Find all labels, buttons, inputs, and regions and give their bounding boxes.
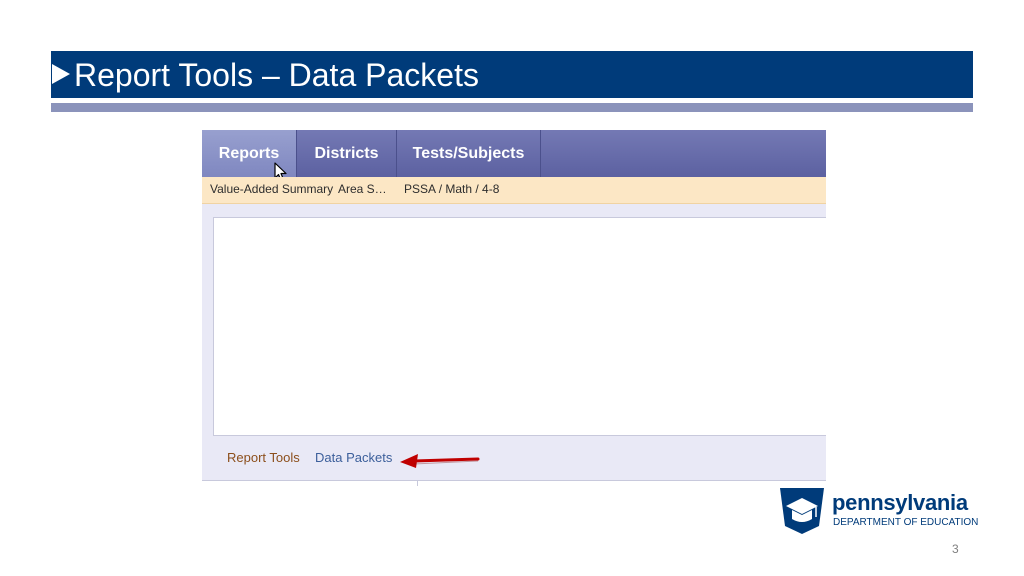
tab-tests-subjects[interactable]: Tests/Subjects [397, 130, 541, 177]
report-tools-row: Report Tools Data Packets [202, 436, 826, 480]
logo-department: DEPARTMENT OF EDUCATION [833, 517, 979, 528]
triangle-right-icon [52, 64, 70, 84]
pa-education-logo: pennsylvania DEPARTMENT OF EDUCATION [777, 486, 979, 536]
data-packets-link[interactable]: Data Packets [315, 450, 392, 465]
breadcrumb-item-area[interactable]: Area S… [338, 177, 387, 203]
app-screenshot: Reports Districts Tests/Subjects Value-A… [202, 130, 826, 486]
breadcrumb-item-report[interactable]: Value-Added Summary [210, 177, 333, 203]
title-divider [51, 103, 973, 112]
logo-name: pennsylvania [832, 490, 968, 515]
red-arrow-icon [400, 454, 480, 468]
app-nav-bar: Reports Districts Tests/Subjects [202, 130, 826, 177]
bottom-panels [202, 480, 826, 486]
bottom-panel-left [202, 480, 418, 486]
slide-title: Report Tools – Data Packets [74, 57, 479, 93]
breadcrumb-item-test[interactable]: PSSA / Math / 4-8 [404, 177, 499, 203]
page-number: 3 [952, 542, 959, 556]
breadcrumb: Value-Added Summary Area S… PSSA / Math … [202, 177, 826, 204]
report-tools-label: Report Tools [227, 450, 300, 465]
keystone-logo-icon [780, 488, 824, 534]
tab-districts[interactable]: Districts [297, 130, 397, 177]
bottom-panel-right [418, 480, 826, 486]
report-content-area [213, 217, 826, 436]
